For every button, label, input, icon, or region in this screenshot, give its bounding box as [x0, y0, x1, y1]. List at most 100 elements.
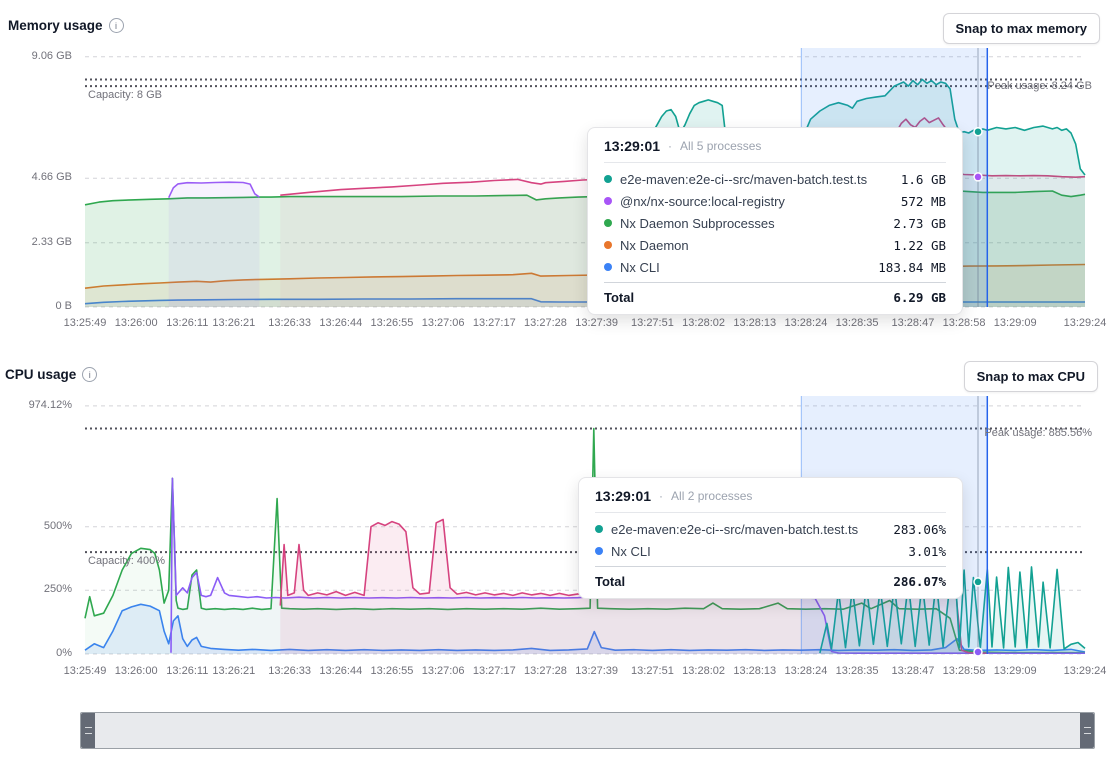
series-color-dot — [604, 197, 612, 205]
process-value: 1.6 GB — [901, 172, 946, 187]
tooltip-process-row: @nx/nx-source:local-registry572 MB — [604, 190, 946, 212]
x-tick-label: 13:28:24 — [785, 317, 828, 329]
x-tick-label: 13:28:13 — [733, 665, 776, 677]
memory-x-axis: 13:25:4913:26:0013:26:1113:26:2113:26:33… — [0, 317, 1118, 331]
process-name: @nx/nx-source:local-registry — [620, 194, 893, 209]
series-color-dot — [604, 263, 612, 271]
tooltip-subtitle: All 2 processes — [671, 489, 752, 503]
x-tick-label: 13:28:35 — [836, 317, 879, 329]
x-tick-label: 13:26:55 — [371, 665, 414, 677]
x-tick-label: 13:26:21 — [212, 665, 255, 677]
x-tick-label: 13:29:24 — [1064, 317, 1107, 329]
series-color-dot — [595, 547, 603, 555]
cpu-section-title: CPU usage i — [5, 367, 97, 382]
x-tick-label: 13:26:00 — [115, 317, 158, 329]
series-area — [169, 182, 260, 307]
tooltip-total-row: Total 6.29 GB — [604, 282, 946, 305]
y-tick-label: 250% — [44, 583, 72, 595]
process-name: e2e-maven:e2e-ci--src/maven-batch.test.t… — [611, 522, 885, 537]
hover-point-marker — [974, 578, 982, 586]
tooltip-total-label: Total — [604, 290, 634, 305]
tooltip-process-row: e2e-maven:e2e-ci--src/maven-batch.test.t… — [604, 168, 946, 190]
x-tick-label: 13:26:44 — [319, 317, 362, 329]
series-color-dot — [604, 241, 612, 249]
process-name: Nx CLI — [611, 544, 900, 559]
y-tick-label: 4.66 GB — [32, 171, 72, 183]
y-tick-label: 2.33 GB — [32, 236, 72, 248]
cpu-chart: 974.12%500%250%0% Capacity: 400% Peak us… — [0, 396, 1118, 654]
x-tick-label: 13:26:33 — [268, 317, 311, 329]
memory-chart: 9.06 GB4.66 GB2.33 GB0 B Capacity: 8 GB … — [0, 48, 1118, 307]
x-tick-label: 13:27:28 — [524, 665, 567, 677]
memory-tooltip: 13:29:01 · All 5 processes e2e-maven:e2e… — [587, 127, 963, 315]
process-value: 2.73 GB — [893, 216, 946, 231]
info-icon[interactable]: i — [109, 18, 124, 33]
x-tick-label: 13:27:51 — [631, 665, 674, 677]
x-tick-label: 13:26:00 — [115, 665, 158, 677]
series-color-dot — [595, 525, 603, 533]
x-tick-label: 13:25:49 — [64, 317, 107, 329]
hover-point-marker — [974, 128, 982, 136]
x-tick-label: 13:28:58 — [943, 665, 986, 677]
tooltip-process-row: Nx CLI 3.01% — [595, 540, 946, 562]
x-tick-label: 13:28:02 — [682, 317, 725, 329]
x-tick-label: 13:27:28 — [524, 317, 567, 329]
memory-capacity-label: Capacity: 8 GB — [88, 89, 162, 101]
tooltip-separator: · — [668, 139, 672, 153]
x-tick-label: 13:26:44 — [319, 665, 362, 677]
cpu-capacity-label: Capacity: 400% — [88, 555, 165, 567]
y-tick-label: 500% — [44, 520, 72, 532]
cpu-peak-label: Peak usage: 885.56% — [984, 427, 1092, 439]
slider-left-handle[interactable] — [81, 713, 95, 748]
grip-lines-icon — [1084, 727, 1091, 734]
process-name: e2e-maven:e2e-ci--src/maven-batch.test.t… — [620, 172, 893, 187]
process-profile-viewer: Memory usage i Snap to max memory 9.06 G… — [0, 0, 1118, 761]
process-value: 283.06% — [893, 522, 946, 537]
hover-point-marker — [974, 173, 982, 181]
x-tick-label: 13:29:24 — [1064, 665, 1107, 677]
x-tick-label: 13:28:58 — [943, 317, 986, 329]
tooltip-process-row: Nx Daemon1.22 GB — [604, 234, 946, 256]
y-tick-label: 0% — [56, 647, 72, 659]
tooltip-total-row: Total 286.07% — [595, 566, 946, 589]
x-tick-label: 13:28:13 — [733, 317, 776, 329]
x-tick-label: 13:28:24 — [785, 665, 828, 677]
cpu-title-text: CPU usage — [5, 367, 76, 382]
tooltip-total-label: Total — [595, 574, 625, 589]
y-tick-label: 9.06 GB — [32, 50, 72, 62]
tooltip-subtitle: All 5 processes — [680, 139, 761, 153]
x-tick-label: 13:27:17 — [473, 665, 516, 677]
tooltip-time: 13:29:01 — [595, 488, 651, 504]
x-tick-label: 13:27:06 — [422, 665, 465, 677]
x-tick-label: 13:26:11 — [166, 665, 208, 677]
process-value: 3.01% — [908, 544, 946, 559]
x-tick-label: 13:29:09 — [994, 665, 1037, 677]
series-color-dot — [604, 175, 612, 183]
series-color-dot — [604, 219, 612, 227]
x-tick-label: 13:29:09 — [994, 317, 1037, 329]
tooltip-rows: e2e-maven:e2e-ci--src/maven-batch.test.t… — [604, 163, 946, 280]
tooltip-process-row: Nx Daemon Subprocesses 2.73 GB — [604, 212, 946, 234]
slider-right-handle[interactable] — [1080, 713, 1094, 748]
x-tick-label: 13:28:47 — [891, 317, 934, 329]
process-name: Nx CLI — [620, 260, 870, 275]
tooltip-header: 13:29:01 · All 2 processes — [595, 488, 946, 513]
time-range-slider[interactable] — [80, 712, 1095, 749]
snap-to-max-cpu-button[interactable]: Snap to max CPU — [964, 361, 1098, 392]
x-tick-label: 13:26:21 — [212, 317, 255, 329]
process-name: Nx Daemon Subprocesses — [620, 216, 885, 231]
info-icon[interactable]: i — [82, 367, 97, 382]
x-tick-label: 13:27:06 — [422, 317, 465, 329]
hover-point-marker — [974, 648, 982, 656]
cpu-tooltip: 13:29:01 · All 2 processes e2e-maven:e2e… — [578, 477, 963, 599]
tooltip-process-row: Nx CLI183.84 MB — [604, 256, 946, 278]
x-tick-label: 13:26:55 — [371, 317, 414, 329]
snap-to-max-memory-button[interactable]: Snap to max memory — [943, 13, 1101, 44]
x-tick-label: 13:27:39 — [575, 317, 618, 329]
memory-peak-label: Peak usage: 8.24 GB — [987, 80, 1092, 92]
tooltip-process-row: e2e-maven:e2e-ci--src/maven-batch.test.t… — [595, 518, 946, 540]
tooltip-time: 13:29:01 — [604, 138, 660, 154]
x-tick-label: 13:28:02 — [682, 665, 725, 677]
y-tick-label: 0 B — [55, 300, 72, 312]
tooltip-total-value: 286.07% — [893, 574, 946, 589]
